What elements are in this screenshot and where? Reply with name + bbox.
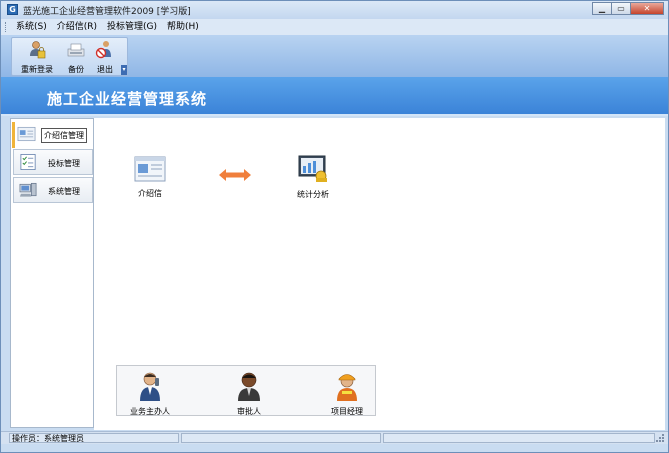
agent-label: 业务主办人 <box>130 407 170 416</box>
menu-help[interactable]: 帮助(H) <box>162 21 204 33</box>
statistics-chart-icon <box>298 155 327 182</box>
sidebar-item-label: 系统管理 <box>48 187 80 196</box>
letter-icon <box>134 156 166 182</box>
exit-label: 退出 <box>97 65 113 74</box>
window-title: 蓝光施工企业经营管理软件2009 [学习版] <box>23 7 191 17</box>
letter-icon <box>17 126 36 142</box>
banner: 施工企业经营管理系统 <box>1 77 668 116</box>
title-bar: G 蓝光施工企业经营管理软件2009 [学习版] ▁ ▭ ✕ <box>1 1 668 19</box>
backup-button[interactable]: 备份 <box>62 40 90 74</box>
computer-icon <box>19 182 37 197</box>
approver-label: 审批人 <box>237 407 261 416</box>
sidebar-item-label: 介绍信管理 <box>41 128 87 143</box>
statistics-node-label: 统计分析 <box>297 190 329 199</box>
sidebar-item-system[interactable]: 系统管理 <box>13 177 93 203</box>
user-lock-icon <box>30 41 46 59</box>
status-pane-operator: 操作员：系统管理员 <box>9 433 179 443</box>
manager-label: 项目经理 <box>331 407 363 416</box>
toolbar: 重新登录 备份 退出 ▾ <box>1 35 668 77</box>
agent-icon <box>140 372 160 401</box>
manager-person[interactable]: 项目经理 <box>325 370 369 417</box>
statistics-node[interactable]: 统计分析 <box>297 155 329 200</box>
sidebar-item-label: 投标管理 <box>48 159 80 168</box>
relogin-label: 重新登录 <box>21 65 53 74</box>
main-content: 介绍信 统计分析 业务主办人 审批人 项目经理 <box>94 118 665 430</box>
exit-button[interactable]: 退出 <box>92 40 118 74</box>
sidebar-item-bidding[interactable]: 投标管理 <box>13 149 93 175</box>
operator-status: 操作员：系统管理员 <box>12 434 84 443</box>
menu-letter[interactable]: 介绍信(R) <box>52 21 102 33</box>
backup-label: 备份 <box>68 65 84 74</box>
sidebar-item-letter[interactable]: 介绍信管理 <box>12 121 93 148</box>
relogin-button[interactable]: 重新登录 <box>16 40 58 74</box>
double-arrow-icon <box>219 169 251 181</box>
maximize-button[interactable]: ▭ <box>611 2 631 15</box>
approver-person[interactable]: 审批人 <box>227 370 271 417</box>
menu-bidding[interactable]: 投标管理(G) <box>102 21 162 33</box>
banner-title: 施工企业经营管理系统 <box>47 90 208 108</box>
status-pane-3 <box>383 433 655 443</box>
people-panel: 业务主办人 审批人 项目经理 <box>116 365 376 416</box>
menu-grip-icon <box>5 22 7 32</box>
status-pane-2 <box>181 433 381 443</box>
app-logo-icon: G <box>7 4 18 15</box>
minimize-button[interactable]: ▁ <box>592 2 612 15</box>
close-button[interactable]: ✕ <box>630 2 664 15</box>
agent-person[interactable]: 业务主办人 <box>127 370 173 417</box>
resize-grip-icon[interactable] <box>656 434 665 443</box>
window-controls: ▁ ▭ ✕ <box>592 2 664 15</box>
sidebar: 介绍信管理 投标管理 系统管理 <box>10 118 94 428</box>
menu-system[interactable]: 系统(S) <box>11 21 52 33</box>
letter-node[interactable]: 介绍信 <box>134 156 166 199</box>
manager-icon <box>337 374 357 401</box>
backup-printer-icon <box>67 43 85 57</box>
menu-bar: 系统(S) 介绍信(R) 投标管理(G) 帮助(H) <box>1 19 668 35</box>
checklist-icon <box>20 154 36 170</box>
app-window: G 蓝光施工企业经营管理软件2009 [学习版] ▁ ▭ ✕ 系统(S) 介绍信… <box>0 0 669 453</box>
status-bar: 操作员：系统管理员 <box>1 431 668 444</box>
letter-node-label: 介绍信 <box>138 189 162 198</box>
active-indicator <box>12 122 15 148</box>
exit-person-icon <box>95 41 111 59</box>
approver-icon <box>238 372 260 401</box>
toolbar-strip: 重新登录 备份 退出 ▾ <box>11 37 128 76</box>
toolbar-overflow-icon[interactable]: ▾ <box>121 65 127 75</box>
